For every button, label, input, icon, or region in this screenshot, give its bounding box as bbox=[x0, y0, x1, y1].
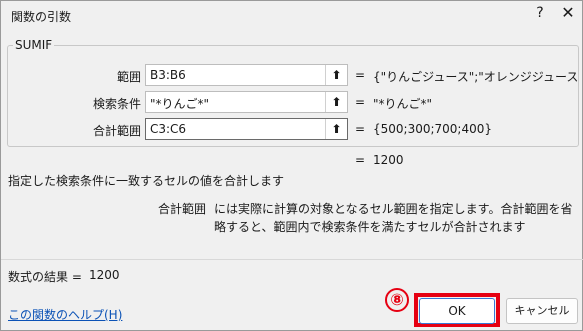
equals-sign: = bbox=[355, 95, 366, 109]
formula-result-value: 1200 bbox=[89, 268, 120, 282]
range-result: {"りんごジュース";"オレンジジュース";"... bbox=[373, 70, 578, 84]
sum-range-result: {500;300;700;400} bbox=[373, 122, 493, 136]
range-input-value: B3:B6 bbox=[150, 68, 186, 82]
step-number-marker: ⑧ bbox=[385, 288, 409, 312]
formula-result-inline: 1200 bbox=[373, 153, 404, 167]
help-icon[interactable]: ? bbox=[530, 5, 550, 23]
ok-button[interactable]: OK bbox=[419, 298, 495, 324]
divider bbox=[1, 259, 583, 260]
function-description: 指定した検索条件に一致するセルの値を合計します bbox=[8, 174, 285, 188]
criteria-input[interactable]: "*りんご*" ⬆ bbox=[145, 91, 348, 113]
formula-result-label: 数式の結果 = bbox=[8, 270, 82, 284]
arg-label-sum-range: 合計範囲 bbox=[92, 124, 141, 138]
close-icon[interactable]: ✕ bbox=[557, 3, 579, 25]
arg-label-criteria: 検索条件 bbox=[92, 97, 141, 111]
dialog-title: 関数の引数 bbox=[11, 10, 72, 24]
collapse-dialog-icon[interactable]: ⬆ bbox=[325, 92, 347, 112]
sum-range-input-value: C3:C6 bbox=[150, 122, 187, 136]
criteria-input-value: "*りんご*" bbox=[150, 97, 210, 111]
range-input[interactable]: B3:B6 ⬆ bbox=[145, 64, 348, 86]
function-arguments-dialog: 関数の引数 ? ✕ SUMIF 範囲 B3:B6 ⬆ = {"りんごジュース";… bbox=[0, 0, 583, 331]
criteria-result: "*りんご*" bbox=[373, 97, 433, 111]
function-help-link[interactable]: この関数のヘルプ(H) bbox=[8, 306, 122, 323]
equals-sign: = bbox=[355, 153, 366, 167]
function-name: SUMIF bbox=[13, 38, 55, 52]
cancel-button[interactable]: キャンセル bbox=[506, 298, 578, 324]
collapse-dialog-icon[interactable]: ⬆ bbox=[325, 119, 347, 139]
arg-label-range: 範囲 bbox=[116, 70, 141, 84]
current-arg-description: には実際に計算の対象となるセル範囲を指定します。合計範囲を省略すると、範囲内で検… bbox=[214, 202, 573, 234]
sum-range-input[interactable]: C3:C6 ⬆ bbox=[145, 118, 348, 140]
collapse-dialog-icon[interactable]: ⬆ bbox=[325, 65, 347, 85]
equals-sign: = bbox=[355, 122, 366, 136]
equals-sign: = bbox=[355, 68, 366, 82]
current-arg-name: 合計範囲 bbox=[158, 202, 207, 216]
